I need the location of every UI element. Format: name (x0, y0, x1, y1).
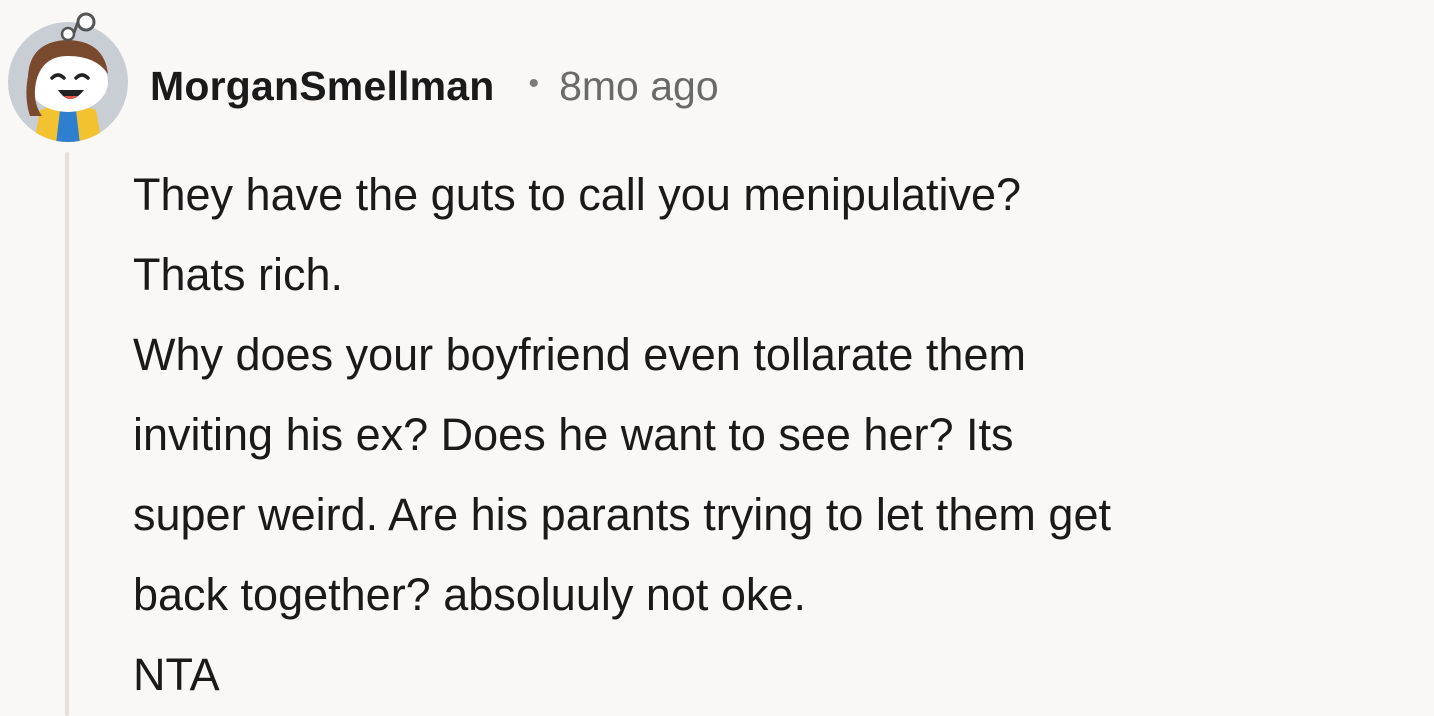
comment-line: super weird. Are his parants trying to l… (133, 489, 1111, 540)
comment-line: NTA (133, 649, 220, 700)
thread-line[interactable] (65, 152, 69, 716)
user-avatar[interactable] (6, 12, 130, 144)
username-link[interactable]: MorganSmellman (150, 63, 495, 110)
comment-body: They have the guts to call you menipulat… (133, 155, 1423, 715)
meta-separator: • (528, 67, 540, 100)
comment-meta: MorganSmellman • 8mo ago (150, 58, 719, 114)
comment: MorganSmellman • 8mo ago They have the g… (0, 0, 1434, 716)
snoo-avatar-icon (8, 12, 128, 142)
comment-line: Thats rich. (133, 249, 344, 300)
comment-line: back together? absoluuly not oke. (133, 569, 806, 620)
comment-timestamp[interactable]: 8mo ago (559, 63, 719, 110)
comment-line: inviting his ex? Does he want to see her… (133, 409, 1014, 460)
comment-line: Why does your boyfriend even tollarate t… (133, 329, 1026, 380)
comment-line: They have the guts to call you menipulat… (133, 169, 1022, 220)
